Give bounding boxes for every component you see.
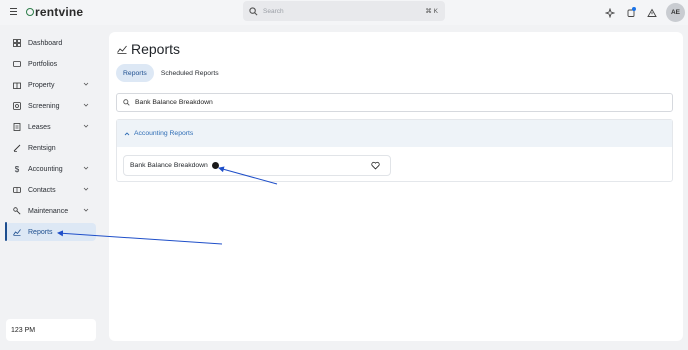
pen-icon — [12, 144, 22, 152]
screening-icon — [12, 102, 22, 110]
wrench-icon — [12, 207, 22, 215]
sidebar-item-dashboard[interactable]: Dashboard — [6, 34, 96, 52]
page-header: Reports — [117, 41, 180, 57]
sidebar-item-label: Rentsign — [28, 144, 56, 152]
sidebar-item-label: Dashboard — [28, 39, 63, 47]
sparkle-icon[interactable] — [603, 6, 617, 20]
sidebar-item-label: Screening — [28, 102, 60, 110]
section-header[interactable]: Accounting Reports — [117, 120, 672, 147]
search-icon — [249, 6, 258, 16]
accounting-reports-section: Accounting Reports Bank Balance Breakdow… — [116, 119, 673, 182]
sidebar-item-accounting[interactable]: $ Accounting — [6, 160, 96, 178]
page-title: Reports — [131, 41, 181, 57]
contacts-icon — [12, 186, 22, 194]
sidebar-item-leases[interactable]: Leases — [6, 118, 96, 136]
search-shortcut: ⌘ K — [425, 8, 438, 15]
alert-icon[interactable] — [645, 6, 659, 20]
notification-icon[interactable] — [624, 6, 638, 20]
report-search[interactable] — [116, 93, 673, 112]
chevron-down-icon — [83, 186, 89, 192]
report-name: Bank Balance Breakdown — [130, 162, 208, 169]
chevron-down-icon — [83, 123, 89, 129]
report-card[interactable]: Bank Balance Breakdown — [123, 155, 391, 176]
top-bar: rentvine ⌘ K AE — [0, 0, 688, 25]
search-icon — [123, 99, 130, 106]
tab-reports[interactable]: Reports — [116, 64, 154, 82]
sidebar-item-portfolios[interactable]: Portfolios — [6, 55, 96, 73]
sidebar-item-label: Contacts — [28, 186, 56, 194]
sidebar-item-label: Reports — [28, 228, 53, 236]
dashboard-icon — [12, 39, 22, 47]
main-content: Reports Reports Scheduled Reports Accoun… — [109, 32, 683, 341]
tab-bar: Reports Scheduled Reports — [116, 64, 226, 82]
sidebar-item-label: Maintenance — [28, 207, 69, 215]
global-search-input[interactable] — [263, 7, 413, 15]
sidebar: Dashboard Portfolios Property Screening … — [0, 32, 104, 342]
chevron-up-icon — [124, 131, 130, 137]
brand-mark-icon — [26, 8, 34, 16]
building-icon — [12, 81, 22, 89]
info-icon[interactable] — [211, 162, 219, 169]
section-title: Accounting Reports — [134, 130, 194, 137]
lease-icon — [12, 123, 22, 131]
time-display: 123 PM — [6, 319, 96, 341]
active-indicator — [5, 222, 7, 241]
chevron-down-icon — [83, 207, 89, 213]
chevron-down-icon — [83, 81, 89, 87]
sidebar-item-contacts[interactable]: Contacts — [6, 181, 96, 199]
sidebar-item-screening[interactable]: Screening — [6, 97, 96, 115]
dollar-icon: $ — [14, 164, 20, 174]
report-search-input[interactable] — [135, 99, 635, 106]
reports-icon — [12, 228, 22, 236]
sidebar-item-reports[interactable]: Reports — [6, 223, 96, 241]
heart-icon[interactable] — [371, 161, 380, 170]
brand-text: rentvine — [35, 5, 84, 19]
sidebar-item-label: Portfolios — [28, 60, 58, 68]
sidebar-item-label: Leases — [28, 123, 51, 131]
menu-icon[interactable] — [10, 8, 17, 15]
sidebar-item-property[interactable]: Property — [6, 76, 96, 94]
sidebar-item-label: Property — [28, 81, 55, 89]
tab-scheduled-reports[interactable]: Scheduled Reports — [154, 64, 226, 82]
global-search[interactable]: ⌘ K — [243, 1, 445, 21]
sidebar-item-rentsign[interactable]: Rentsign — [6, 139, 96, 157]
chevron-down-icon — [83, 165, 89, 171]
brand-logo[interactable]: rentvine — [26, 5, 83, 19]
portfolio-icon — [12, 60, 22, 68]
chevron-down-icon — [83, 102, 89, 108]
sidebar-item-label: Accounting — [28, 165, 63, 173]
sidebar-item-maintenance[interactable]: Maintenance — [6, 202, 96, 220]
notification-dot — [632, 6, 636, 11]
reports-icon — [117, 44, 127, 54]
avatar[interactable]: AE — [666, 3, 685, 22]
